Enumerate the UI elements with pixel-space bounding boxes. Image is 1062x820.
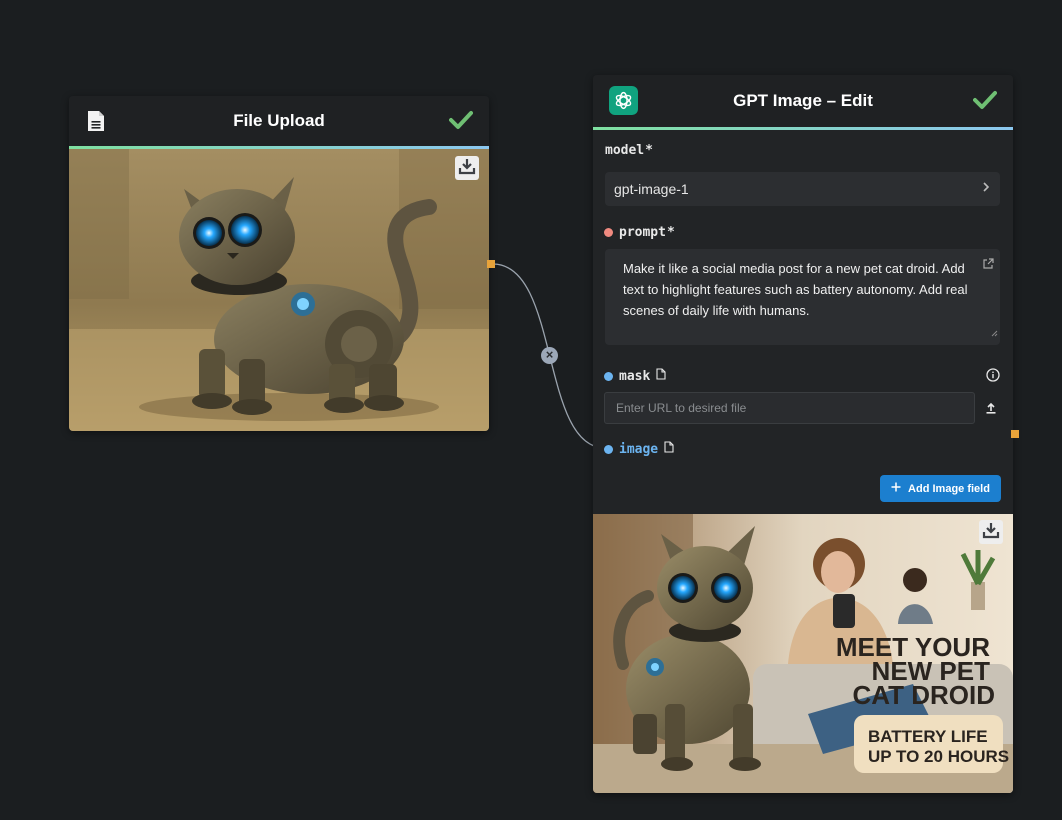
node-header[interactable]: File Upload [69, 96, 489, 146]
plus-icon [891, 482, 901, 495]
openai-logo-icon [609, 86, 638, 115]
model-label: model * [605, 143, 653, 158]
delete-edge-icon: × [545, 347, 554, 362]
gpt-image-edit-node[interactable]: GPT Image – Edit model * gpt-image-1 prom… [593, 75, 1013, 793]
info-icon[interactable] [986, 368, 1000, 387]
file-upload-node[interactable]: File Upload [69, 96, 489, 431]
file-icon [656, 368, 666, 384]
output-port[interactable] [487, 260, 495, 268]
output-image: MEET YOUR NEW PET CAT DROID BATTERY LIFE… [593, 514, 1013, 793]
model-select[interactable]: gpt-image-1 [605, 172, 1000, 206]
chevron-right-icon [982, 181, 990, 196]
image-label: image [604, 441, 674, 457]
prompt-label: prompt * [604, 225, 675, 240]
node-title: GPT Image – Edit [733, 91, 873, 110]
badge-line-1: BATTERY LIFE [868, 727, 988, 746]
mask-url-input[interactable]: Enter URL to desired file [604, 392, 975, 424]
download-button[interactable] [455, 156, 479, 180]
prompt-textarea[interactable]: Make it like a social media post for a n… [605, 249, 1000, 345]
delete-edge-button[interactable]: × [541, 347, 558, 364]
model-value: gpt-image-1 [614, 181, 689, 197]
mask-port-dot[interactable] [604, 371, 613, 381]
node-header[interactable]: GPT Image – Edit [593, 75, 1013, 127]
mask-label: mask [604, 368, 666, 384]
output-port[interactable] [1011, 430, 1019, 438]
node-title: File Upload [233, 111, 325, 130]
resize-handle[interactable] [991, 322, 998, 343]
checkmark-icon [449, 110, 473, 135]
prompt-text: Make it like a social media post for a n… [623, 261, 968, 318]
file-icon [664, 441, 674, 457]
checkmark-icon [973, 90, 997, 115]
image-port-dot[interactable] [604, 444, 613, 454]
headline-line-3: CAT DROID [852, 680, 995, 710]
document-icon [87, 110, 105, 137]
status-bar [593, 127, 1013, 130]
uploaded-image [69, 149, 489, 431]
badge-line-2: UP TO 20 HOURS [868, 747, 1009, 766]
prompt-port-dot[interactable] [604, 228, 613, 237]
add-image-field-button[interactable]: Add Image field [880, 475, 1001, 502]
external-link-icon[interactable] [982, 255, 994, 276]
download-button[interactable] [979, 520, 1003, 544]
download-icon [982, 521, 1000, 544]
upload-icon[interactable] [985, 401, 997, 419]
download-icon [458, 157, 476, 180]
workflow-canvas[interactable]: × File Upload GPT Image – Edit model * g… [0, 0, 1062, 820]
mask-url-placeholder: Enter URL to desired file [616, 401, 747, 415]
